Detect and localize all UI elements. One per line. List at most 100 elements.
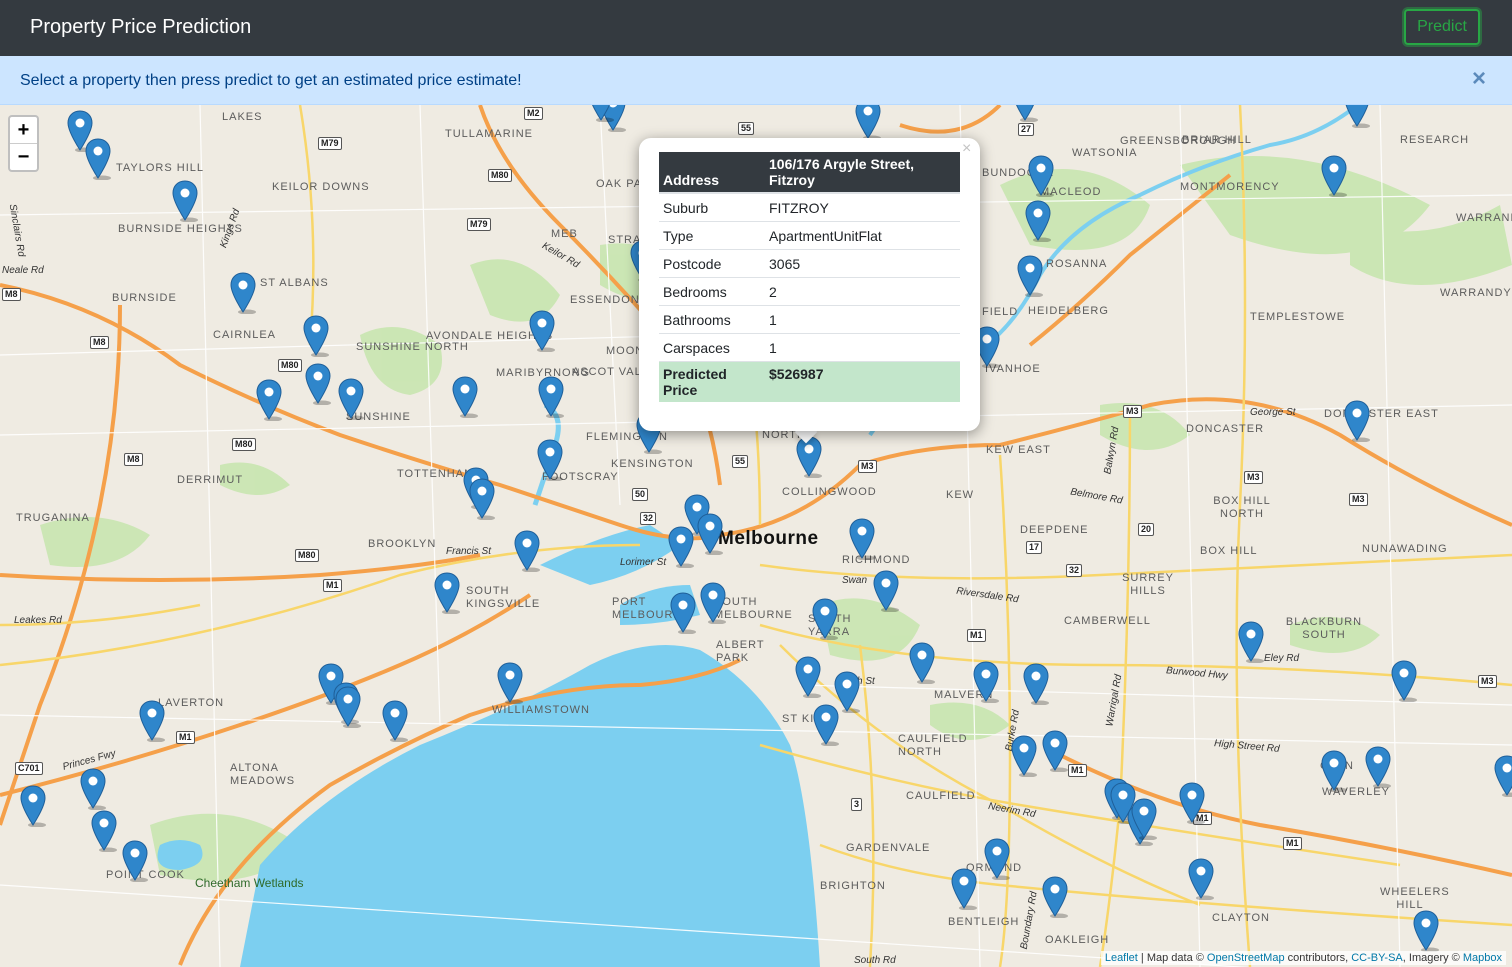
table-row: Bedrooms 2: [659, 277, 960, 306]
property-marker-icon[interactable]: [1391, 660, 1417, 703]
place-label: GARDENVALE: [846, 842, 931, 854]
row-value: FITZROY: [765, 192, 960, 222]
property-marker-icon[interactable]: [514, 530, 540, 573]
mapbox-link[interactable]: Mapbox: [1463, 952, 1502, 964]
predicted-price-row: Predicted Price $526987: [659, 361, 960, 402]
property-marker-icon[interactable]: [85, 138, 111, 181]
property-marker-icon[interactable]: [529, 310, 555, 353]
property-marker-icon[interactable]: [1494, 755, 1512, 798]
property-marker-icon[interactable]: [382, 700, 408, 743]
row-label: Postcode: [659, 249, 765, 278]
property-marker-icon[interactable]: [230, 272, 256, 315]
route-shield: M1: [323, 579, 342, 592]
property-marker-icon[interactable]: [700, 582, 726, 625]
price-value: $526987: [765, 361, 960, 402]
property-marker-icon[interactable]: [256, 379, 282, 422]
place-label: RESEARCH: [1400, 134, 1470, 146]
property-marker-icon[interactable]: [1042, 876, 1068, 919]
property-marker-icon[interactable]: [1344, 400, 1370, 443]
property-marker-icon[interactable]: [1028, 155, 1054, 198]
row-value: 1: [765, 333, 960, 362]
property-marker-icon[interactable]: [80, 768, 106, 811]
property-marker-icon[interactable]: [1042, 730, 1068, 773]
property-marker-icon[interactable]: [1413, 910, 1439, 953]
property-marker-icon[interactable]: [1238, 621, 1264, 664]
property-marker-icon[interactable]: [1012, 105, 1038, 123]
route-shield: M1: [1068, 764, 1087, 777]
table-header-row: Address 106/176 Argyle Street, Fitzroy: [659, 152, 960, 194]
route-shield: 32: [1066, 564, 1083, 577]
property-marker-icon[interactable]: [796, 436, 822, 479]
property-marker-icon[interactable]: [984, 838, 1010, 881]
property-marker-icon[interactable]: [335, 686, 361, 729]
route-shield: M80: [278, 359, 302, 372]
osm-link[interactable]: OpenStreetMap: [1207, 952, 1285, 964]
property-marker-icon[interactable]: [20, 785, 46, 828]
property-marker-icon[interactable]: [1188, 858, 1214, 901]
property-marker-icon[interactable]: [873, 570, 899, 613]
popup-close-icon[interactable]: ×: [962, 140, 971, 158]
property-marker-icon[interactable]: [172, 180, 198, 223]
property-marker-icon[interactable]: [909, 642, 935, 685]
property-marker-icon[interactable]: [588, 105, 614, 123]
property-marker-icon[interactable]: [537, 439, 563, 482]
property-marker-icon[interactable]: [697, 513, 723, 556]
leaflet-link[interactable]: Leaflet: [1105, 952, 1138, 964]
property-marker-icon[interactable]: [849, 518, 875, 561]
place-label: BROOKLYN: [368, 538, 437, 550]
attribution-text: | Map data ©: [1137, 952, 1207, 964]
place-label: CAULFIELD: [906, 790, 976, 802]
property-marker-icon[interactable]: [1321, 750, 1347, 793]
route-shield: M8: [2, 288, 21, 301]
place-label: NUNAWADING: [1362, 543, 1448, 555]
property-marker-icon[interactable]: [973, 661, 999, 704]
table-row: Postcode 3065: [659, 249, 960, 278]
route-shield: M8: [90, 336, 109, 349]
property-marker-icon[interactable]: [1025, 200, 1051, 243]
road-label: South Rd: [854, 955, 896, 966]
table-row: Carspaces 1: [659, 333, 960, 362]
property-marker-icon[interactable]: [91, 810, 117, 853]
route-shield: M3: [1244, 471, 1263, 484]
property-marker-icon[interactable]: [305, 363, 331, 406]
property-marker-icon[interactable]: [951, 868, 977, 911]
property-marker-icon[interactable]: [452, 376, 478, 419]
property-marker-icon[interactable]: [469, 478, 495, 521]
property-marker-icon[interactable]: [1365, 746, 1391, 789]
place-label: COLLINGWOOD: [782, 486, 877, 498]
property-marker-icon[interactable]: [795, 656, 821, 699]
property-marker-icon[interactable]: [434, 572, 460, 615]
property-marker-icon[interactable]: [139, 700, 165, 743]
predict-button[interactable]: Predict: [1404, 9, 1480, 45]
zoom-out-button[interactable]: −: [10, 143, 37, 170]
route-shield: M3: [1478, 675, 1497, 688]
property-info-table: Address 106/176 Argyle Street, Fitzroy S…: [659, 152, 960, 402]
row-value: 2: [765, 277, 960, 306]
place-label: CAULFIELD NORTH: [898, 733, 968, 758]
property-marker-icon[interactable]: [338, 378, 364, 421]
property-marker-icon[interactable]: [497, 662, 523, 705]
property-marker-icon[interactable]: [855, 105, 881, 141]
property-marker-icon[interactable]: [1017, 255, 1043, 298]
route-shield: M79: [318, 137, 342, 150]
property-marker-icon[interactable]: [1344, 105, 1370, 129]
property-marker-icon[interactable]: [813, 704, 839, 747]
place-label: BLACKBURN SOUTH: [1285, 616, 1363, 641]
property-marker-icon[interactable]: [538, 376, 564, 419]
row-label: Suburb: [659, 192, 765, 222]
property-marker-icon[interactable]: [1023, 663, 1049, 706]
property-marker-icon[interactable]: [303, 315, 329, 358]
property-marker-icon[interactable]: [1179, 782, 1205, 825]
place-label: TRUGANINA: [16, 512, 90, 524]
property-marker-icon[interactable]: [670, 592, 696, 635]
property-marker-icon[interactable]: [812, 598, 838, 641]
zoom-in-button[interactable]: +: [10, 117, 37, 143]
alert-close-icon[interactable]: ×: [1472, 65, 1486, 93]
property-marker-icon[interactable]: [122, 840, 148, 883]
brand-title[interactable]: Property Price Prediction: [30, 16, 251, 39]
property-marker-icon[interactable]: [1321, 155, 1347, 198]
ccbysa-link[interactable]: CC-BY-SA: [1351, 952, 1403, 964]
route-shield: M2: [524, 107, 543, 120]
property-marker-icon[interactable]: [1131, 798, 1157, 841]
property-marker-icon[interactable]: [1011, 735, 1037, 778]
